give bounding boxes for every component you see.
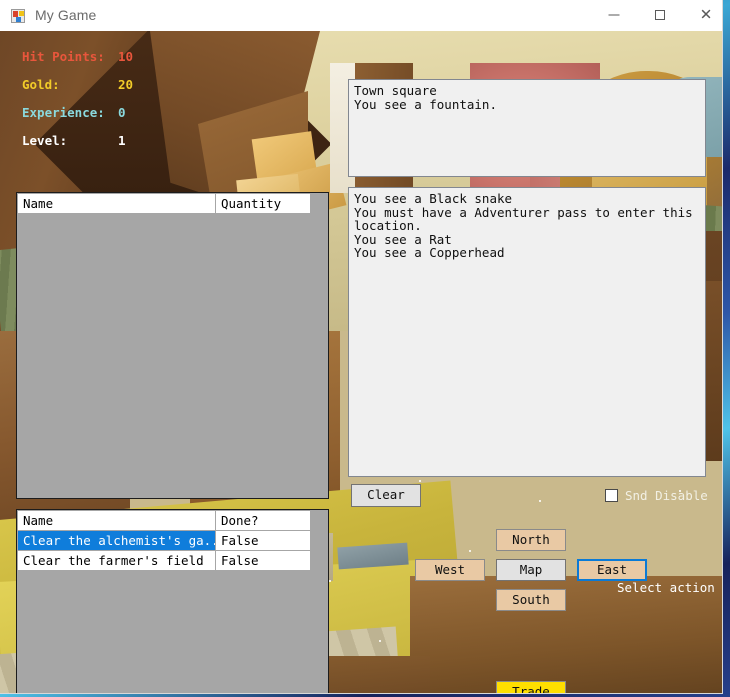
gold-label: Gold: xyxy=(22,77,60,92)
quest-column-done[interactable]: Done? xyxy=(215,511,311,530)
map-button[interactable]: Map xyxy=(496,559,566,581)
sound-disable-checkbox[interactable]: Snd Disable xyxy=(605,486,708,504)
inventory-column-quantity[interactable]: Quantity xyxy=(215,194,311,213)
hit-points-value: 10 xyxy=(118,49,134,64)
quest-done-cell[interactable]: False xyxy=(215,551,311,571)
close-icon: ✕ xyxy=(699,5,713,24)
gold-value: 20 xyxy=(118,77,134,92)
quest-grid-body: Name Done? Clear the alchemist's ga... F… xyxy=(18,511,311,571)
sound-disable-label: Snd Disable xyxy=(625,487,708,503)
move-east-button[interactable]: East xyxy=(577,559,647,581)
level-label: Level: xyxy=(22,133,68,148)
game-client-area: Hit Points: 10 Gold: 20 Experience: 0 Le… xyxy=(0,31,722,693)
game-window: My Game ✕ Hit Points: 10 Gold: 20 Experi… xyxy=(0,0,722,693)
minimize-icon xyxy=(608,14,620,16)
window-title: My Game xyxy=(35,7,97,23)
maximize-button[interactable] xyxy=(637,0,683,30)
quest-name-cell[interactable]: Clear the alchemist's ga... xyxy=(18,531,216,551)
inventory-grid-header-row: Name Quantity xyxy=(18,194,311,214)
hit-points-label: Hit Points: xyxy=(22,49,105,64)
quest-grid-gutter[interactable] xyxy=(311,510,328,693)
player-stats-panel: Hit Points: 10 Gold: 20 Experience: 0 Le… xyxy=(0,31,330,151)
inventory-grid-gutter[interactable] xyxy=(311,193,328,498)
title-bar: My Game ✕ xyxy=(0,0,722,32)
trade-button[interactable]: Trade xyxy=(496,681,566,693)
level-value: 1 xyxy=(118,133,126,148)
maximize-icon xyxy=(655,10,665,20)
experience-label: Experience: xyxy=(22,105,105,120)
experience-value: 0 xyxy=(118,105,126,120)
checkbox-box-icon[interactable] xyxy=(605,488,618,502)
location-description-textbox[interactable]: Town square You see a fountain. xyxy=(348,79,706,177)
table-row[interactable]: Clear the farmer's field False xyxy=(18,551,311,571)
message-log-textbox[interactable]: You see a Black snake You must have a Ad… xyxy=(348,187,706,477)
clear-button[interactable]: Clear xyxy=(351,484,421,507)
app-window-icon xyxy=(11,8,27,24)
select-action-label: Select action xyxy=(617,580,715,595)
inventory-grid[interactable]: Name Quantity xyxy=(16,192,329,499)
quest-grid-header-row: Name Done? xyxy=(18,511,311,531)
inventory-column-name[interactable]: Name xyxy=(18,194,216,213)
table-row[interactable]: Clear the alchemist's ga... False xyxy=(18,531,311,551)
inventory-grid-body: Name Quantity xyxy=(18,194,311,214)
move-west-button[interactable]: West xyxy=(415,559,485,581)
quest-done-cell[interactable]: False xyxy=(215,531,311,551)
quest-name-cell[interactable]: Clear the farmer's field xyxy=(18,551,216,571)
quest-column-name[interactable]: Name xyxy=(18,511,216,530)
minimize-button[interactable] xyxy=(591,0,637,30)
close-button[interactable]: ✕ xyxy=(683,0,722,30)
move-north-button[interactable]: North xyxy=(496,529,566,551)
move-south-button[interactable]: South xyxy=(496,589,566,611)
quest-grid[interactable]: Name Done? Clear the alchemist's ga... F… xyxy=(16,509,329,693)
